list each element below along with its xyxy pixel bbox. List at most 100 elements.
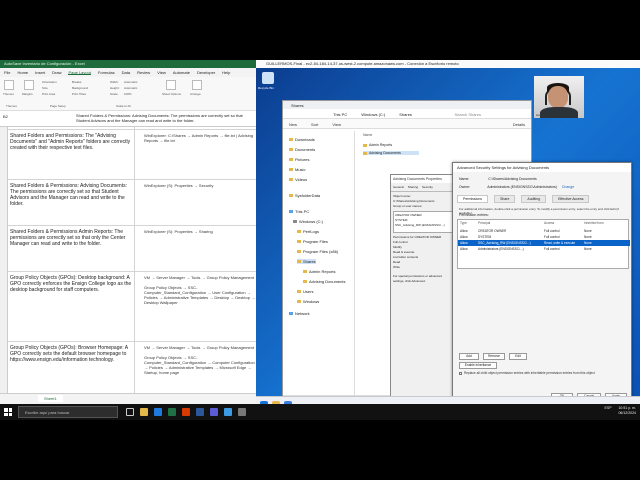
print-titles-button[interactable]: Print Titles xyxy=(72,92,86,96)
explorer-search-input[interactable]: Search Shares xyxy=(455,112,481,117)
menu-insert[interactable]: Insert xyxy=(35,70,45,75)
breadcrumb-this-pc[interactable]: This PC xyxy=(333,112,347,117)
table-row[interactable]: Allow Administrators (ENSIGNSSC\...) Ful… xyxy=(458,246,630,252)
breaks-button[interactable]: Breaks xyxy=(72,80,81,84)
taskbar-search-input[interactable]: Escribe aquí para buscar xyxy=(18,406,118,418)
nav-item-program-files[interactable]: Program Files xyxy=(297,239,328,244)
menu-review[interactable]: Review xyxy=(137,70,150,75)
replace-child-checkbox[interactable]: Replace all child object permission entr… xyxy=(459,371,595,375)
menu-view[interactable]: View xyxy=(157,70,166,75)
chrome-icon[interactable] xyxy=(182,408,190,416)
menu-help[interactable]: Help xyxy=(222,70,230,75)
requirement-cell[interactable]: Group Policy Objects (GPOs): Desktop bac… xyxy=(10,275,136,293)
menu-automate[interactable]: Automate xyxy=(173,70,190,75)
system-tray[interactable]: ESP 10:51 p. m. 06/12/2024 xyxy=(605,406,636,416)
excel-icon[interactable] xyxy=(168,408,176,416)
menu-draw[interactable]: Draw xyxy=(52,70,61,75)
menu-developer[interactable]: Developer xyxy=(197,70,215,75)
nav-item-admin-reports[interactable]: Admin Reports xyxy=(303,269,335,274)
breadcrumb-windows-c[interactable]: Windows (C:) xyxy=(361,112,385,117)
table-row[interactable]: Group Policy Objects (GPOs): Desktop bac… xyxy=(8,271,256,341)
nav-item-sysfolderdata[interactable]: SysfolderData xyxy=(289,193,320,198)
scale-input[interactable]: 100% xyxy=(124,92,132,96)
list-item[interactable]: Admin Reports xyxy=(363,143,392,147)
nav-item-music[interactable]: Music xyxy=(289,167,305,172)
sort-button[interactable]: Sort xyxy=(311,122,318,127)
new-button[interactable]: New xyxy=(289,122,297,127)
nav-item-perflogs[interactable]: PerfLogs xyxy=(297,229,319,234)
edge-icon[interactable] xyxy=(154,408,162,416)
app-icon[interactable] xyxy=(238,408,246,416)
nav-item-documents[interactable]: Documents xyxy=(289,147,315,152)
arrange-button[interactable] xyxy=(192,80,202,90)
menu-formulas[interactable]: Formulas xyxy=(98,70,115,75)
tab-share[interactable]: Share xyxy=(494,195,516,203)
group-list[interactable]: CREATOR OWNER SYSTEM SSC_Advising_RW (EN… xyxy=(393,211,453,233)
themes-button[interactable] xyxy=(4,80,14,90)
nav-item-program-files-x86[interactable]: Program Files (x86) xyxy=(297,249,338,254)
column-header-principal[interactable]: Principal xyxy=(478,221,490,225)
remove-button[interactable]: Remove xyxy=(483,353,505,360)
formula-input[interactable]: Shared Folders & Permissions: Advising D… xyxy=(76,113,254,123)
evidence-cell[interactable]: VM → Server Manager → Tools → Group Poli… xyxy=(144,275,256,305)
nav-item-windows-c[interactable]: Windows (C:) xyxy=(293,219,323,224)
table-row[interactable]: Shared Folders and Permissions: The "Adv… xyxy=(8,129,256,179)
explorer-tab[interactable]: Shares xyxy=(283,101,531,109)
teams-icon[interactable] xyxy=(210,408,218,416)
task-view-icon[interactable] xyxy=(126,408,134,416)
list-item[interactable]: Advising Documents xyxy=(363,151,419,155)
menu-home[interactable]: Home xyxy=(17,70,28,75)
requirement-cell[interactable]: Group Policy Objects (GPOs): Browser Hom… xyxy=(10,345,136,363)
column-header-type[interactable]: Type xyxy=(460,221,467,225)
evidence-cell[interactable]: WinExplorer (S): Properties → Security xyxy=(144,183,256,188)
size-button[interactable]: Size xyxy=(42,86,48,90)
evidence-cell[interactable]: WinExplorer: C:\Shares → Admin Reports →… xyxy=(144,133,256,143)
explorer-address-bar[interactable]: This PC Windows (C:) Shares Search Share… xyxy=(283,109,531,119)
edit-button[interactable]: Edit xyxy=(509,353,527,360)
background-button[interactable]: Background xyxy=(72,86,88,90)
table-row[interactable]: Shared Folders & Permissions: Advising D… xyxy=(8,179,256,225)
view-button[interactable]: View xyxy=(332,122,341,127)
requirement-cell[interactable]: Shared Folders and Permissions: The "Adv… xyxy=(10,133,136,151)
nav-item-videos[interactable]: Videos xyxy=(289,177,307,182)
evidence-cell[interactable]: WinExplorer (S): Properties → Sharing xyxy=(144,229,256,234)
nav-item-this-pc[interactable]: This PC xyxy=(289,209,309,214)
list-item[interactable]: SSC_Advising_RW (ENSIGNSSC\...) xyxy=(395,223,451,228)
table-row[interactable]: Group Policy Objects (GPOs): Browser Hom… xyxy=(8,341,256,401)
requirement-cell[interactable]: Shared Folders & Permissions: Advising D… xyxy=(10,183,136,207)
windows-start-icon[interactable] xyxy=(4,408,12,416)
tab-effective-access[interactable]: Effective Access xyxy=(552,195,590,203)
breadcrumb-shares[interactable]: Shares xyxy=(399,112,412,117)
file-explorer-icon[interactable] xyxy=(140,408,148,416)
change-owner-link[interactable]: Change xyxy=(562,185,574,189)
evidence-cell[interactable]: VM → Server Manager → Tools → Group Poli… xyxy=(144,345,256,375)
menu-data[interactable]: Data xyxy=(122,70,130,75)
add-button[interactable]: Add xyxy=(459,353,479,360)
column-header-inherited[interactable]: Inherited from xyxy=(584,221,604,225)
table-row[interactable]: Shared Folders & Permissions Admin Repor… xyxy=(8,225,256,271)
sheet-options-button[interactable] xyxy=(166,80,176,90)
tab-permissions[interactable]: Permissions xyxy=(457,195,489,203)
recycle-bin-icon[interactable] xyxy=(262,72,274,84)
nav-item-downloads[interactable]: Downloads xyxy=(289,137,315,142)
width-select[interactable]: Automatic xyxy=(124,80,137,84)
nav-item-users[interactable]: Users xyxy=(297,289,313,294)
height-select[interactable]: Automatic xyxy=(124,86,137,90)
remote-desktop-icon[interactable] xyxy=(224,408,232,416)
tab-security[interactable]: Security xyxy=(422,185,433,189)
column-header-access[interactable]: Access xyxy=(544,221,554,225)
nav-item-advising-documents[interactable]: Advising Documents xyxy=(303,279,345,284)
word-icon[interactable] xyxy=(196,408,204,416)
nav-item-shares[interactable]: Shares xyxy=(297,259,316,264)
print-area-button[interactable]: Print Area xyxy=(42,92,55,96)
requirement-cell[interactable]: Shared Folders & Permissions Admin Repor… xyxy=(10,229,136,247)
tab-auditing[interactable]: Auditing xyxy=(521,195,547,203)
language-indicator[interactable]: ESP xyxy=(605,406,612,410)
tab-general[interactable]: General xyxy=(393,185,404,189)
nav-item-network[interactable]: Network xyxy=(289,311,310,316)
menu-page-layout[interactable]: Page Layout xyxy=(68,70,91,75)
tab-sharing[interactable]: Sharing xyxy=(408,185,418,189)
details-button[interactable]: Details xyxy=(513,122,525,127)
margins-button[interactable] xyxy=(24,80,34,90)
enable-inheritance-button[interactable]: Enable inheritance xyxy=(459,362,497,369)
